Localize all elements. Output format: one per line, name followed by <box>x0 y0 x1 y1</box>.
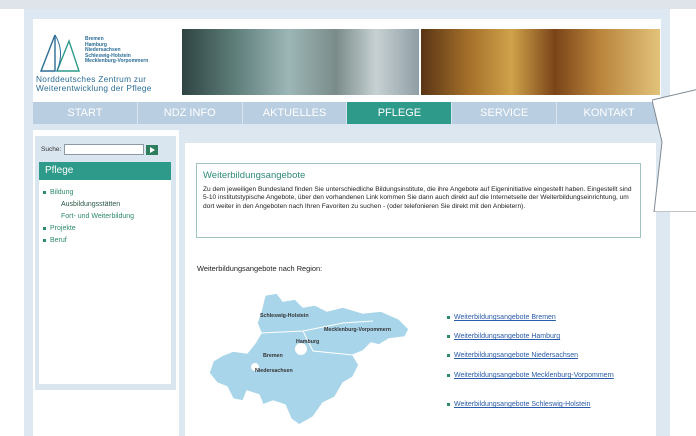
bullet-icon <box>43 238 46 242</box>
bullet-icon <box>447 334 450 338</box>
bullet-icon <box>447 315 450 319</box>
map-label-mecklenburg-vorpommern[interactable]: Mecklenburg-Vorpommern <box>324 327 391 333</box>
logo-state-list: Bremen Hamburg Niedersachsen Schleswig-H… <box>85 36 149 65</box>
sidebar-item-label: Bildung <box>50 189 74 196</box>
header-photo-training <box>421 29 660 95</box>
header-photo-nurses <box>182 29 419 95</box>
sidebar-panel: Pflege Bildung Ausbildungsstätten Fort- … <box>39 162 171 384</box>
sidebar-item-fort-und-weiterbildung[interactable]: Fort- und Weiterbildung <box>43 213 171 220</box>
link-item: Weiterbildungsangebote Bremen <box>447 313 647 322</box>
map-label-schleswig-holstein[interactable]: Schleswig-Holstein <box>260 313 309 319</box>
bullet-icon <box>447 373 450 377</box>
search-label: Suche: <box>41 146 62 153</box>
logo-state: Mecklenburg-Vorpommern <box>85 58 149 65</box>
nav-kontakt[interactable]: KONTAKT <box>557 102 661 124</box>
nav-ndz-info[interactable]: NDZ INFO <box>138 102 243 124</box>
sidebar-item-ausbildungsstaetten[interactable]: Ausbildungsstätten <box>43 201 171 208</box>
sidebar-item-label: Beruf <box>50 237 67 244</box>
browser-top-strip <box>0 0 696 9</box>
bullet-icon <box>447 353 450 357</box>
bullet-icon <box>43 226 46 230</box>
link-item: Weiterbildungsangebote Schleswig-Holstei… <box>447 400 647 409</box>
callout-shape <box>652 89 696 212</box>
sidebar-item-projekte[interactable]: Projekte <box>43 225 171 232</box>
nav-aktuelles[interactable]: AKTUELLES <box>243 102 348 124</box>
link-hamburg[interactable]: Weiterbildungsangebote Hamburg <box>454 333 560 340</box>
main-navigation: START NDZ INFO AKTUELLES PFLEGE SERVICE … <box>33 102 661 124</box>
sidebar-menu: Bildung Ausbildungsstätten Fort- und Wei… <box>39 180 171 244</box>
logo-title: Norddeutsches Zentrum zur Weiterentwickl… <box>36 75 152 92</box>
link-niedersachsen[interactable]: Weiterbildungsangebote Niedersachsen <box>454 352 578 359</box>
nav-pflege[interactable]: PFLEGE <box>347 102 453 124</box>
region-map[interactable]: Schleswig-Holstein Mecklenburg-Vorpommer… <box>203 292 413 431</box>
map-label-bremen[interactable]: Bremen <box>263 353 283 359</box>
intro-text: Zu dem jeweiligen Bundesland finden Sie … <box>203 186 632 210</box>
link-schleswig-holstein[interactable]: Weiterbildungsangebote Schleswig-Holstei… <box>454 401 590 408</box>
left-sidebar: Suche: Pflege Bildung Ausbildungsstätten… <box>35 136 176 390</box>
link-item: Weiterbildungsangebote Mecklenburg-Vorpo… <box>447 371 627 380</box>
nav-start[interactable]: START <box>33 102 138 124</box>
page-title: Weiterbildungsangebote <box>203 170 306 181</box>
sidebar-item-beruf[interactable]: Beruf <box>43 237 171 244</box>
bullet-icon <box>43 190 46 194</box>
search-submit-button[interactable] <box>146 144 159 155</box>
logo-sail-icon <box>39 34 80 72</box>
sidebar-heading: Pflege <box>39 162 171 180</box>
logo-title-line: Weiterentwicklung der Pflege <box>36 82 152 93</box>
link-item: Weiterbildungsangebote Niedersachsen <box>447 351 647 360</box>
site-logo[interactable]: Bremen Hamburg Niedersachsen Schleswig-H… <box>33 25 182 100</box>
search-input[interactable] <box>64 144 145 155</box>
main-content: Weiterbildungsangebote Zu dem jeweiligen… <box>185 143 656 436</box>
arrow-right-icon <box>149 146 155 153</box>
map-label-hamburg[interactable]: Hamburg <box>296 339 319 345</box>
bullet-icon <box>447 402 450 406</box>
map-label-niedersachsen[interactable]: Niedersachsen <box>255 368 293 374</box>
search-bar: Suche: <box>41 144 159 155</box>
region-heading: Weiterbildungsangebote nach Region: <box>197 264 323 273</box>
link-item: Weiterbildungsangebote Hamburg <box>447 332 647 341</box>
sidebar-item-label: Projekte <box>50 225 76 232</box>
sidebar-item-bildung[interactable]: Bildung <box>43 189 171 196</box>
nav-service[interactable]: SERVICE <box>452 102 558 124</box>
link-bremen[interactable]: Weiterbildungsangebote Bremen <box>454 314 556 321</box>
intro-box: Weiterbildungsangebote Zu dem jeweiligen… <box>196 163 641 238</box>
link-mecklenburg-vorpommern[interactable]: Weiterbildungsangebote Mecklenburg-Vorpo… <box>454 372 614 379</box>
